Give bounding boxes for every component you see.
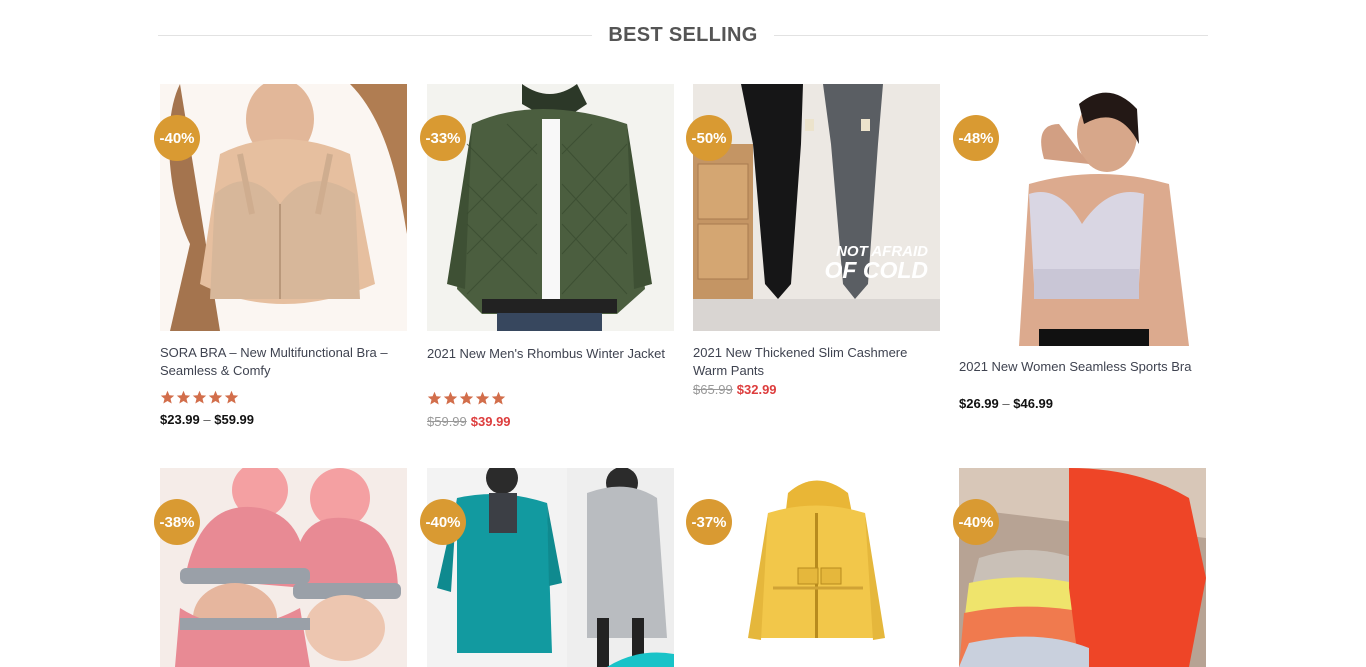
image-overlay-text: NOT AFRAID OF COLD [824,243,929,283]
discount-badge: -48% [953,115,999,161]
section-header: BEST SELLING [158,18,1209,52]
product-image[interactable] [427,468,674,667]
original-price: $59.99 [427,414,467,429]
product-title-link[interactable]: 2021 New Women Seamless Sports Bra [959,358,1205,376]
star-icon [475,391,490,405]
price: $65.99 $32.99 [693,381,777,399]
rating-stars [160,390,239,406]
product-image[interactable]: NOT AFRAID OF COLD [693,84,940,331]
product-image[interactable] [693,468,940,667]
discount-badge: -37% [686,499,732,545]
star-icon [459,391,474,405]
product-image[interactable] [160,84,407,331]
price-range: $26.99 – $46.99 [959,395,1053,413]
original-price: $65.99 [693,382,733,397]
star-icon [160,390,175,404]
price: $59.99 $39.99 [427,413,511,431]
product-card[interactable]: -40% SORA BRA – New Multifunctional Bra … [154,84,407,444]
product-card[interactable]: -40% [420,468,674,667]
product-image[interactable] [160,468,407,667]
price-separator: – [203,412,211,427]
price-max: $59.99 [214,412,255,427]
product-title-link[interactable]: SORA BRA – New Multifunctional Bra – Sea… [160,344,406,380]
discount-badge: -38% [154,499,200,545]
product-card[interactable]: NOT AFRAID OF COLD -50% 2021 New Thicken… [686,84,940,444]
section-title: BEST SELLING [608,23,758,46]
product-card[interactable]: -38% [154,468,407,667]
rating-stars [427,391,506,407]
divider-right [773,34,1209,36]
discount-badge: -40% [154,115,200,161]
sale-price: $39.99 [470,414,511,429]
product-card[interactable]: -48% 2021 New Women Seamless Sports Bra … [953,84,1206,444]
star-icon [443,391,458,405]
product-title-link[interactable]: 2021 New Thickened Slim Cashmere Warm Pa… [693,344,939,380]
product-title-link[interactable]: 2021 New Men's Rhombus Winter Jacket [427,345,673,363]
star-icon [192,390,207,404]
price-min: $26.99 [959,396,999,411]
product-card[interactable]: -40% [953,468,1206,667]
product-card[interactable]: -37% [686,468,940,667]
price-separator: – [1002,396,1010,411]
discount-badge: -33% [420,115,466,161]
star-icon [224,390,239,404]
discount-badge: -50% [686,115,732,161]
star-icon [491,391,506,405]
star-icon [208,390,223,404]
price-min: $23.99 [160,412,200,427]
product-card[interactable]: -33% 2021 New Men's Rhombus Winter Jacke… [420,84,674,444]
sale-price: $32.99 [736,382,777,397]
divider-left [158,34,593,36]
discount-badge: -40% [953,499,999,545]
discount-badge: -40% [420,499,466,545]
star-icon [176,390,191,404]
product-image[interactable] [959,84,1206,346]
price-range: $23.99 – $59.99 [160,411,254,429]
product-image[interactable] [427,84,674,331]
product-image[interactable] [959,468,1206,667]
star-icon [427,391,442,405]
price-max: $46.99 [1013,396,1054,411]
